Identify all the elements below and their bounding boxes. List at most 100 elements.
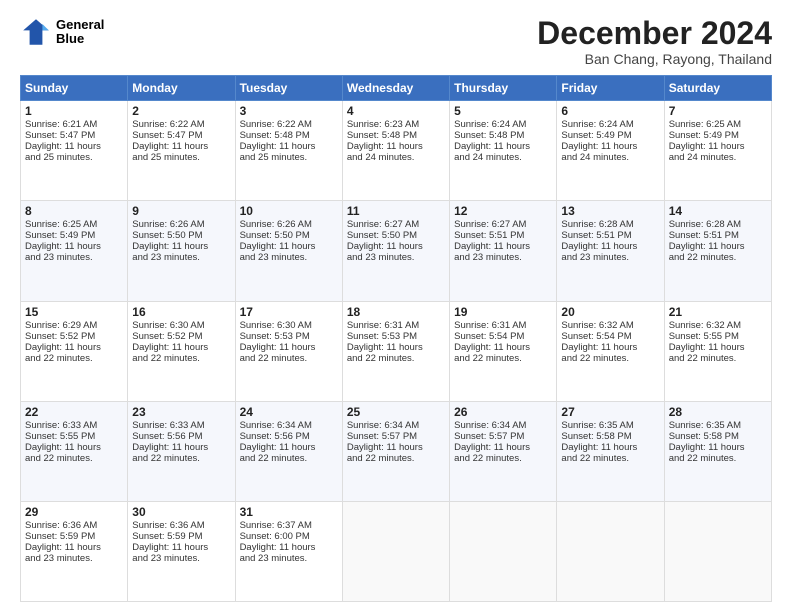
calendar-day: 3Sunrise: 6:22 AMSunset: 5:48 PMDaylight… [235, 101, 342, 201]
day-info: Sunset: 5:54 PM [561, 331, 659, 342]
day-info: and 22 minutes. [240, 453, 338, 464]
day-info: and 23 minutes. [25, 553, 123, 564]
calendar-day: 2Sunrise: 6:22 AMSunset: 5:47 PMDaylight… [128, 101, 235, 201]
day-info: Daylight: 11 hours [669, 241, 767, 252]
day-info: and 25 minutes. [132, 152, 230, 163]
day-number: 27 [561, 405, 659, 419]
day-info: Daylight: 11 hours [347, 141, 445, 152]
day-info: Daylight: 11 hours [347, 342, 445, 353]
calendar-day [557, 501, 664, 601]
day-info: and 22 minutes. [347, 353, 445, 364]
day-info: Sunset: 5:57 PM [454, 431, 552, 442]
day-info: Sunset: 5:48 PM [347, 130, 445, 141]
day-info: Sunrise: 6:28 AM [669, 219, 767, 230]
day-info: Sunrise: 6:37 AM [240, 520, 338, 531]
day-number: 19 [454, 305, 552, 319]
day-info: Sunrise: 6:32 AM [669, 320, 767, 331]
day-info: and 22 minutes. [454, 353, 552, 364]
calendar-day: 8Sunrise: 6:25 AMSunset: 5:49 PMDaylight… [21, 201, 128, 301]
day-info: Daylight: 11 hours [561, 241, 659, 252]
day-number: 14 [669, 204, 767, 218]
day-info: Daylight: 11 hours [669, 141, 767, 152]
calendar-week-4: 29Sunrise: 6:36 AMSunset: 5:59 PMDayligh… [21, 501, 772, 601]
calendar-day: 10Sunrise: 6:26 AMSunset: 5:50 PMDayligh… [235, 201, 342, 301]
calendar-day: 26Sunrise: 6:34 AMSunset: 5:57 PMDayligh… [450, 401, 557, 501]
day-info: Sunset: 5:48 PM [240, 130, 338, 141]
logo: General Blue [20, 16, 104, 48]
day-info: Daylight: 11 hours [240, 542, 338, 553]
day-info: Sunrise: 6:34 AM [454, 420, 552, 431]
day-info: and 23 minutes. [240, 252, 338, 263]
day-number: 3 [240, 104, 338, 118]
calendar-day: 1Sunrise: 6:21 AMSunset: 5:47 PMDaylight… [21, 101, 128, 201]
month-title: December 2024 [537, 16, 772, 51]
day-info: Daylight: 11 hours [25, 342, 123, 353]
header-wednesday: Wednesday [342, 76, 449, 101]
header-monday: Monday [128, 76, 235, 101]
day-number: 17 [240, 305, 338, 319]
calendar-day: 19Sunrise: 6:31 AMSunset: 5:54 PMDayligh… [450, 301, 557, 401]
day-info: and 22 minutes. [347, 453, 445, 464]
day-number: 7 [669, 104, 767, 118]
day-number: 12 [454, 204, 552, 218]
day-number: 11 [347, 204, 445, 218]
header-friday: Friday [557, 76, 664, 101]
calendar-table: SundayMondayTuesdayWednesdayThursdayFrid… [20, 75, 772, 602]
day-info: and 23 minutes. [454, 252, 552, 263]
day-info: and 22 minutes. [669, 453, 767, 464]
day-info: Sunset: 5:49 PM [561, 130, 659, 141]
day-info: Sunrise: 6:24 AM [454, 119, 552, 130]
calendar-day [342, 501, 449, 601]
calendar-day: 5Sunrise: 6:24 AMSunset: 5:48 PMDaylight… [450, 101, 557, 201]
day-info: Sunrise: 6:27 AM [347, 219, 445, 230]
header-tuesday: Tuesday [235, 76, 342, 101]
day-info: Sunset: 5:47 PM [132, 130, 230, 141]
day-info: Sunset: 5:59 PM [132, 531, 230, 542]
day-info: Daylight: 11 hours [669, 342, 767, 353]
day-info: and 24 minutes. [561, 152, 659, 163]
day-info: Sunrise: 6:25 AM [669, 119, 767, 130]
day-info: Sunrise: 6:35 AM [561, 420, 659, 431]
calendar-day: 25Sunrise: 6:34 AMSunset: 5:57 PMDayligh… [342, 401, 449, 501]
day-info: Daylight: 11 hours [132, 442, 230, 453]
day-info: and 22 minutes. [669, 252, 767, 263]
calendar-day: 31Sunrise: 6:37 AMSunset: 6:00 PMDayligh… [235, 501, 342, 601]
day-info: Sunset: 5:56 PM [240, 431, 338, 442]
day-number: 20 [561, 305, 659, 319]
day-info: Sunrise: 6:34 AM [240, 420, 338, 431]
day-info: Daylight: 11 hours [132, 241, 230, 252]
day-info: Daylight: 11 hours [240, 241, 338, 252]
calendar-week-3: 22Sunrise: 6:33 AMSunset: 5:55 PMDayligh… [21, 401, 772, 501]
day-info: Daylight: 11 hours [25, 241, 123, 252]
calendar-day: 16Sunrise: 6:30 AMSunset: 5:52 PMDayligh… [128, 301, 235, 401]
day-info: Daylight: 11 hours [25, 141, 123, 152]
day-info: Sunrise: 6:31 AM [454, 320, 552, 331]
day-info: and 22 minutes. [561, 353, 659, 364]
calendar-day: 30Sunrise: 6:36 AMSunset: 5:59 PMDayligh… [128, 501, 235, 601]
day-info: and 23 minutes. [132, 252, 230, 263]
day-info: Daylight: 11 hours [25, 542, 123, 553]
day-info: Sunrise: 6:27 AM [454, 219, 552, 230]
day-info: Sunrise: 6:28 AM [561, 219, 659, 230]
calendar-day: 22Sunrise: 6:33 AMSunset: 5:55 PMDayligh… [21, 401, 128, 501]
day-number: 5 [454, 104, 552, 118]
day-info: and 22 minutes. [25, 353, 123, 364]
day-info: Sunrise: 6:23 AM [347, 119, 445, 130]
calendar-day: 11Sunrise: 6:27 AMSunset: 5:50 PMDayligh… [342, 201, 449, 301]
day-info: Daylight: 11 hours [561, 342, 659, 353]
day-info: Daylight: 11 hours [132, 342, 230, 353]
day-info: Sunset: 5:49 PM [25, 230, 123, 241]
day-info: Sunrise: 6:24 AM [561, 119, 659, 130]
day-info: Sunset: 5:48 PM [454, 130, 552, 141]
calendar-week-0: 1Sunrise: 6:21 AMSunset: 5:47 PMDaylight… [21, 101, 772, 201]
day-info: Sunset: 5:51 PM [561, 230, 659, 241]
day-info: Sunrise: 6:30 AM [132, 320, 230, 331]
day-info: Sunset: 5:53 PM [347, 331, 445, 342]
day-number: 13 [561, 204, 659, 218]
day-info: Sunrise: 6:22 AM [132, 119, 230, 130]
day-info: Sunset: 5:55 PM [25, 431, 123, 442]
day-info: Sunrise: 6:31 AM [347, 320, 445, 331]
day-info: Daylight: 11 hours [132, 141, 230, 152]
day-number: 26 [454, 405, 552, 419]
day-number: 21 [669, 305, 767, 319]
